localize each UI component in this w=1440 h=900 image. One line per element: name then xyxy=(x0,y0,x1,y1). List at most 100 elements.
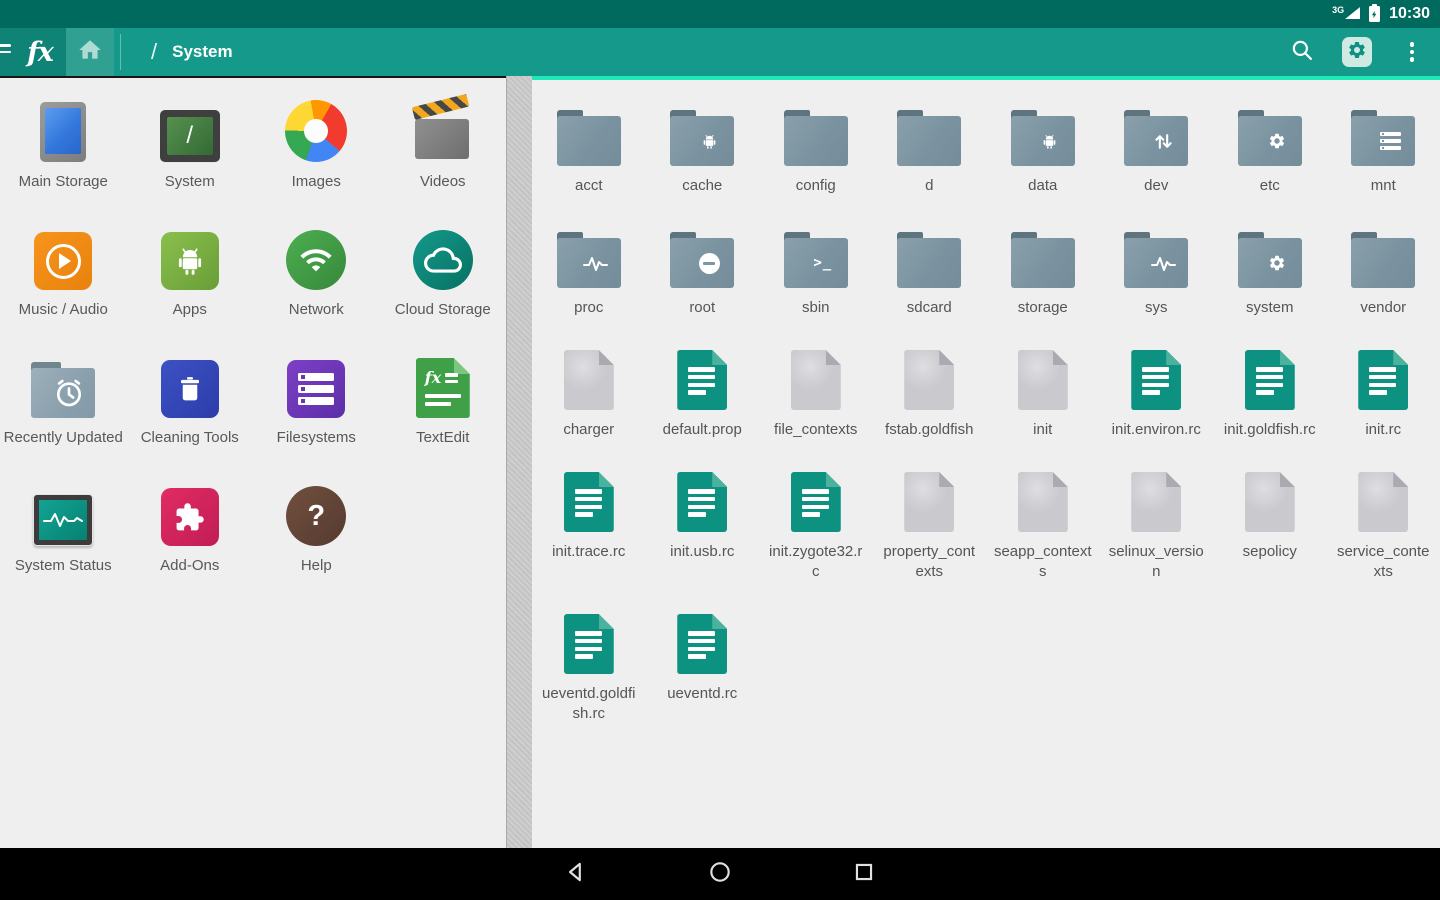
breadcrumb-root[interactable]: / xyxy=(151,39,157,65)
toolbar-divider xyxy=(120,34,121,70)
file-text-icon xyxy=(677,470,727,532)
recents-button[interactable] xyxy=(851,861,877,887)
file-label: file_contexts xyxy=(767,420,865,440)
sidebar-item-label: Cleaning Tools xyxy=(130,428,250,448)
grid-item-root[interactable]: root xyxy=(646,226,760,318)
sidebar-item-apps[interactable]: Apps xyxy=(127,226,254,320)
grid-item-init-goldfish-rc[interactable]: init.goldfish.rc xyxy=(1213,348,1327,440)
folder-restricted-icon xyxy=(670,226,734,288)
file-label: sdcard xyxy=(880,298,978,318)
grid-item-ueventd-rc[interactable]: ueventd.rc xyxy=(646,612,760,724)
panel-divider[interactable] xyxy=(506,76,533,848)
grid-item-selinux-version[interactable]: selinux_version xyxy=(1100,470,1214,582)
grid-item-init[interactable]: init xyxy=(986,348,1100,440)
grid-item-seapp-contexts[interactable]: seapp_contexts xyxy=(986,470,1100,582)
sidebar-item-cleaning-tools[interactable]: Cleaning Tools xyxy=(127,354,254,448)
grid-item-proc[interactable]: proc xyxy=(532,226,646,318)
grid-item-etc[interactable]: etc xyxy=(1213,104,1327,196)
sidebar-item-music-audio[interactable]: Music / Audio xyxy=(0,226,127,320)
status-icons: 3G 10:30 xyxy=(1332,0,1430,28)
grid-item-storage[interactable]: storage xyxy=(986,226,1100,318)
search-icon xyxy=(1289,37,1315,68)
grid-item-init-environ-rc[interactable]: init.environ.rc xyxy=(1100,348,1214,440)
file-label: vendor xyxy=(1334,298,1432,318)
sidebar-item-images[interactable]: Images xyxy=(253,98,380,192)
system-icon: / xyxy=(160,98,220,162)
file-generic-icon xyxy=(1131,470,1181,532)
grid-item-dev[interactable]: dev xyxy=(1100,104,1214,196)
grid-item-config[interactable]: config xyxy=(759,104,873,196)
back-button[interactable] xyxy=(563,861,589,887)
folder-transfer-icon xyxy=(1124,104,1188,166)
grid-item-charger[interactable]: charger xyxy=(532,348,646,440)
add-ons-icon xyxy=(161,482,219,546)
network-type-label: 3G xyxy=(1332,5,1344,15)
network-status: 3G xyxy=(1332,7,1360,21)
sidebar-item-label: Recently Updated xyxy=(3,428,123,448)
search-button[interactable] xyxy=(1286,36,1318,68)
sidebar-item-label: Add-Ons xyxy=(130,556,250,576)
home-button[interactable] xyxy=(66,28,114,76)
grid-item-property-contexts[interactable]: property_contexts xyxy=(873,470,987,582)
file-label: sepolicy xyxy=(1221,542,1319,562)
sidebar-item-system[interactable]: / System xyxy=(127,98,254,192)
grid-item-d[interactable]: d xyxy=(873,104,987,196)
file-text-icon xyxy=(1131,348,1181,410)
videos-icon xyxy=(412,98,474,162)
grid-item-service-contexts[interactable]: service_contexts xyxy=(1327,470,1440,582)
grid-item-ueventd-goldfish-rc[interactable]: ueventd.goldfish.rc xyxy=(532,612,646,724)
sidebar-item-help[interactable]: ?Help xyxy=(253,482,380,576)
folder-pulse-icon xyxy=(557,226,621,288)
file-text-icon xyxy=(791,470,841,532)
file-label: property_contexts xyxy=(880,542,978,582)
grid-item-init-rc[interactable]: init.rc xyxy=(1327,348,1440,440)
grid-item-sepolicy[interactable]: sepolicy xyxy=(1213,470,1327,582)
sidebar-item-label: System xyxy=(130,172,250,192)
sidebar-grid: Main Storage / SystemImagesVideos Music / A… xyxy=(0,76,506,576)
menu-icon[interactable] xyxy=(0,44,11,53)
grid-item-sbin[interactable]: >_sbin xyxy=(759,226,873,318)
sidebar-item-main-storage[interactable]: Main Storage xyxy=(0,98,127,192)
sidebar-item-videos[interactable]: Videos xyxy=(380,98,507,192)
settings-icon xyxy=(1347,40,1367,65)
sidebar-item-recently-updated[interactable]: Recently Updated xyxy=(0,354,127,448)
back-icon xyxy=(563,859,589,890)
grid-item-system[interactable]: system xyxy=(1213,226,1327,318)
home-nav-button[interactable] xyxy=(707,861,733,887)
settings-button[interactable] xyxy=(1342,37,1372,67)
file-text-icon xyxy=(564,470,614,532)
grid-item-sdcard[interactable]: sdcard xyxy=(873,226,987,318)
sidebar-item-label: Filesystems xyxy=(256,428,376,448)
grid-item-mnt[interactable]: mnt xyxy=(1327,104,1440,196)
file-label: dev xyxy=(1107,176,1205,196)
grid-item-cache[interactable]: cache xyxy=(646,104,760,196)
sidebar-item-filesystems[interactable]: Filesystems xyxy=(253,354,380,448)
file-label: data xyxy=(994,176,1092,196)
file-label: selinux_version xyxy=(1107,542,1205,582)
grid-item-vendor[interactable]: vendor xyxy=(1327,226,1440,318)
screen: 3G 10:30 fx / System xyxy=(0,0,1440,900)
sidebar-item-textedit[interactable]: fxTextEdit xyxy=(380,354,507,448)
sidebar-item-cloud-storage[interactable]: Cloud Storage xyxy=(380,226,507,320)
sidebar-item-label: Music / Audio xyxy=(3,300,123,320)
overflow-menu-button[interactable] xyxy=(1396,36,1428,68)
grid-item-default-prop[interactable]: default.prop xyxy=(646,348,760,440)
home-icon xyxy=(77,37,103,68)
sidebar-item-network[interactable]: Network xyxy=(253,226,380,320)
grid-item-init-zygote32-rc[interactable]: init.zygote32.rc xyxy=(759,470,873,582)
grid-item-file-contexts[interactable]: file_contexts xyxy=(759,348,873,440)
grid-item-fstab-goldfish[interactable]: fstab.goldfish xyxy=(873,348,987,440)
grid-item-acct[interactable]: acct xyxy=(532,104,646,196)
folder-icon xyxy=(897,226,961,288)
file-text-icon xyxy=(1358,348,1408,410)
folder-mount-icon xyxy=(1351,104,1415,166)
grid-item-sys[interactable]: sys xyxy=(1100,226,1214,318)
grid-item-data[interactable]: data xyxy=(986,104,1100,196)
folder-pulse-icon xyxy=(1124,226,1188,288)
file-text-icon xyxy=(677,612,727,674)
sidebar-item-label: Network xyxy=(256,300,376,320)
grid-item-init-trace-rc[interactable]: init.trace.rc xyxy=(532,470,646,582)
sidebar-item-add-ons[interactable]: Add-Ons xyxy=(127,482,254,576)
grid-item-init-usb-rc[interactable]: init.usb.rc xyxy=(646,470,760,582)
sidebar-item-system-status[interactable]: System Status xyxy=(0,482,127,576)
